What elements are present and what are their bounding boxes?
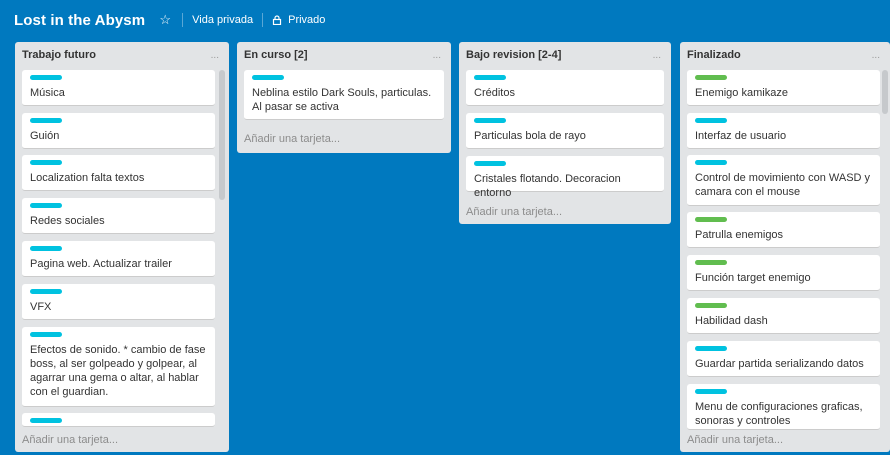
card-label-blue xyxy=(30,118,62,123)
card[interactable]: Particulas bola de rayo xyxy=(466,113,664,149)
card-title: VFX xyxy=(30,301,52,313)
board-header: Lost in the Abysm ☆ Vida privada Privado xyxy=(0,0,890,40)
card-label-green xyxy=(695,217,727,222)
card[interactable]: Interfaz de usuario xyxy=(687,113,880,149)
card[interactable]: Créditos xyxy=(466,70,664,106)
add-card-button[interactable]: Añadir una tarjeta... xyxy=(466,206,562,218)
list-finalizado: Finalizado ... Enemigo kamikaze Interfaz… xyxy=(680,42,890,452)
privacy-button[interactable]: Privado xyxy=(288,14,325,26)
list-trabajo-futuro: Trabajo futuro ... Música Guión Localiza… xyxy=(15,42,229,452)
add-card-button[interactable]: Añadir una tarjeta... xyxy=(244,133,340,145)
card[interactable]: Función target enemigo xyxy=(687,255,880,291)
card-label-blue xyxy=(695,160,727,165)
card-title: Patrulla enemigos xyxy=(695,229,784,241)
card-label-blue xyxy=(30,332,62,337)
card-title: Localization falta textos xyxy=(30,172,145,184)
visibility-button[interactable]: Vida privada xyxy=(192,14,253,26)
card-title: Menu de configuraciones graficas, sonora… xyxy=(695,401,863,427)
card-title: Enemigo kamikaze xyxy=(695,87,788,99)
card-label-blue xyxy=(695,118,727,123)
card-title: Particulas bola de rayo xyxy=(474,130,586,142)
card-label-green xyxy=(695,303,727,308)
card-label-blue xyxy=(30,289,62,294)
card-title: Función target enemigo xyxy=(695,272,811,284)
header-divider xyxy=(262,13,264,27)
card-label-blue xyxy=(695,389,727,394)
card[interactable]: Música xyxy=(22,70,215,106)
star-icon[interactable]: ☆ xyxy=(157,12,173,28)
list-en-curso: En curso [2] ... Neblina estilo Dark Sou… xyxy=(237,42,451,153)
card-label-blue xyxy=(30,203,62,208)
card[interactable]: Guión xyxy=(22,113,215,149)
card[interactable]: Cristales flotando. Decoracion entorno xyxy=(466,156,664,199)
card-label-blue xyxy=(30,246,62,251)
card-label-green xyxy=(695,260,727,265)
list-menu-icon[interactable]: ... xyxy=(433,50,441,61)
card-label-green xyxy=(695,75,727,80)
list-scrollbar[interactable] xyxy=(219,70,225,200)
list-scrollbar[interactable] xyxy=(882,70,888,114)
card-title: Habilidad dash xyxy=(695,315,768,327)
card-label-blue xyxy=(474,118,506,123)
list-title[interactable]: Finalizado xyxy=(687,49,883,65)
card-title: Créditos xyxy=(474,87,515,99)
card[interactable]: Pagina web. Actualizar trailer xyxy=(22,241,215,277)
card[interactable]: Patrulla enemigos xyxy=(687,212,880,248)
card-label-blue xyxy=(252,75,284,80)
card-label-blue xyxy=(30,160,62,165)
card-title: Efectos de sonido. * cambio de fase boss… xyxy=(30,344,206,398)
list-title[interactable]: Trabajo futuro xyxy=(22,49,222,65)
card[interactable]: Localization falta textos xyxy=(22,155,215,191)
card[interactable]: Efectos de sonido. * cambio de fase boss… xyxy=(22,327,215,407)
card-label-blue xyxy=(695,346,727,351)
list-menu-icon[interactable]: ... xyxy=(211,50,219,61)
list-title[interactable]: En curso [2] xyxy=(244,49,444,65)
card-title: Interfaz de usuario xyxy=(695,130,787,142)
card-label-blue xyxy=(30,75,62,80)
card-title: Control de movimiento con WASD y camara … xyxy=(695,172,871,198)
card[interactable]: Control de movimiento con WASD y camara … xyxy=(687,155,880,206)
card-title: Redes sociales xyxy=(30,215,105,227)
card-title: Cristales flotando. Decoracion entorno xyxy=(474,173,621,199)
card-label-blue xyxy=(30,418,62,423)
board-title[interactable]: Lost in the Abysm xyxy=(14,12,145,29)
card-label-blue xyxy=(474,75,506,80)
card[interactable]: Menu de configuraciones graficas, sonora… xyxy=(687,384,880,430)
card[interactable]: VFX xyxy=(22,284,215,320)
lock-icon xyxy=(273,15,282,25)
card[interactable]: Habilidad dash xyxy=(687,298,880,334)
card-title: Guardar partida serializando datos xyxy=(695,358,864,370)
header-divider xyxy=(182,13,184,27)
add-card-button[interactable]: Añadir una tarjeta... xyxy=(687,434,783,446)
card-label-blue xyxy=(474,161,506,166)
card[interactable]: Neblina estilo Dark Souls, particulas. A… xyxy=(244,70,444,120)
list-menu-icon[interactable]: ... xyxy=(872,50,880,61)
card-title: Guión xyxy=(30,130,60,142)
list-title[interactable]: Bajo revision [2-4] xyxy=(466,49,664,65)
card[interactable]: Guardar partida serializando datos xyxy=(687,341,880,377)
list-menu-icon[interactable]: ... xyxy=(653,50,661,61)
add-card-button[interactable]: Añadir una tarjeta... xyxy=(22,434,118,446)
card[interactable]: Redes sociales xyxy=(22,198,215,234)
card-title: Neblina estilo Dark Souls, particulas. A… xyxy=(252,87,432,113)
card-title: Música xyxy=(30,87,65,99)
list-bajo-revision: Bajo revision [2-4] ... Créditos Particu… xyxy=(459,42,671,224)
card[interactable]: Enemigo kamikaze xyxy=(687,70,880,106)
card[interactable] xyxy=(22,413,215,427)
card-title: Pagina web. Actualizar trailer xyxy=(30,258,172,270)
